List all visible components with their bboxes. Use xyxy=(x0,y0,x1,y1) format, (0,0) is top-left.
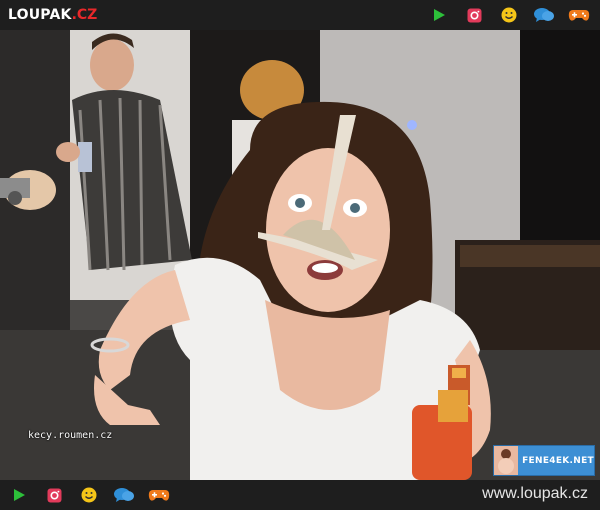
gamepad-icon[interactable] xyxy=(148,485,170,505)
chat-icon[interactable] xyxy=(533,5,555,25)
instagram-icon[interactable] xyxy=(463,5,485,25)
play-icon[interactable] xyxy=(428,5,450,25)
chat-icon[interactable] xyxy=(113,485,135,505)
play-icon[interactable] xyxy=(8,485,30,505)
site-logo[interactable]: LOUPAK .CZ xyxy=(8,6,97,24)
fene4ek-badge[interactable]: FENE4EK.NET xyxy=(493,445,595,476)
instagram-icon[interactable] xyxy=(43,485,65,505)
logo-name: LOUPAK xyxy=(8,7,72,23)
party-photo-illustration xyxy=(0,30,600,480)
smiley-icon[interactable] xyxy=(498,5,520,25)
smiley-icon[interactable] xyxy=(78,485,100,505)
badge-thumbnail xyxy=(494,446,519,475)
site-url[interactable]: www.loupak.cz xyxy=(482,485,588,503)
bottom-social-icons xyxy=(8,485,170,505)
main-photo xyxy=(0,30,600,480)
photo-watermark: kecy.roumen.cz xyxy=(28,430,113,441)
gamepad-icon[interactable] xyxy=(568,5,590,25)
badge-label: FENE4EK.NET xyxy=(522,455,594,466)
logo-tld: .CZ xyxy=(71,7,98,23)
top-social-icons xyxy=(415,5,590,25)
